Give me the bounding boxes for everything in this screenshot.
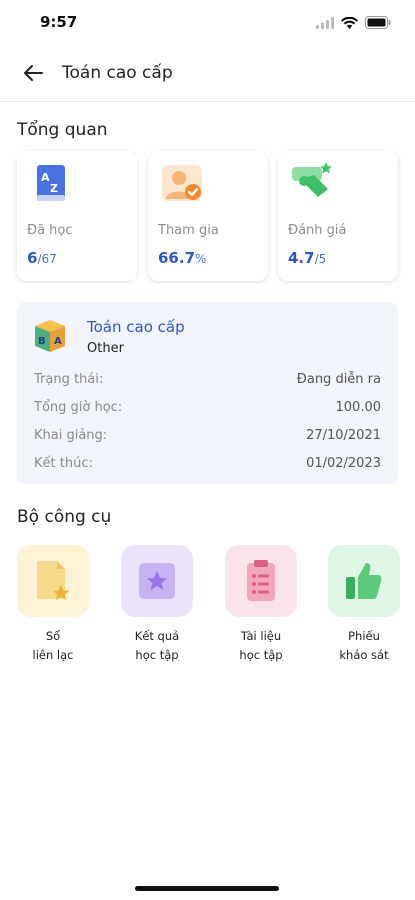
info-label: Tổng giờ học: bbox=[34, 400, 123, 415]
info-row-end-date: Kết thúc: 01/02/2023 bbox=[34, 456, 381, 471]
wifi-icon bbox=[341, 14, 358, 33]
tool-label: Phiếu khảo sát bbox=[339, 629, 389, 662]
info-value: Đang diễn ra bbox=[296, 372, 381, 387]
overview-title: Tổng quan bbox=[17, 120, 108, 140]
tool-learning-results[interactable]: Kết quả học tập bbox=[121, 545, 193, 665]
info-row-total-hours: Tổng giờ học: 100.00 bbox=[34, 400, 381, 415]
abc-blocks-icon: B A bbox=[31, 316, 69, 354]
signal-icon bbox=[316, 14, 334, 33]
stat-card-participation[interactable]: Tham gia 66.7% bbox=[148, 151, 268, 281]
tool-tile bbox=[121, 545, 193, 617]
page-title: Toán cao cấp bbox=[62, 63, 173, 83]
svg-text:B: B bbox=[38, 336, 46, 347]
toolkit-title: Bộ công cụ bbox=[17, 507, 112, 527]
status-bar: 9:57 bbox=[0, 0, 415, 46]
battery-icon bbox=[365, 14, 391, 33]
info-value: 01/02/2023 bbox=[306, 456, 381, 471]
course-info-card[interactable]: B A Toán cao cấp Other Trạng thái: Đang … bbox=[17, 302, 398, 484]
status-icons bbox=[316, 14, 391, 33]
tool-learning-materials[interactable]: Tài liệu học tập bbox=[225, 545, 297, 665]
az-book-icon: A Z bbox=[27, 159, 75, 207]
stat-value: 4.7/5 bbox=[288, 249, 327, 267]
stat-card-rating[interactable]: Đánh giá 4.7/5 bbox=[278, 151, 398, 281]
course-name: Toán cao cấp bbox=[87, 318, 185, 336]
course-category: Other bbox=[87, 341, 124, 356]
arrow-left-icon bbox=[23, 64, 43, 86]
tool-contact-book[interactable]: Sổ liên lạc bbox=[17, 545, 89, 665]
info-value: 27/10/2021 bbox=[306, 428, 381, 443]
svg-text:Z: Z bbox=[50, 182, 58, 195]
info-value: 100.00 bbox=[335, 400, 382, 415]
stat-value: 66.7% bbox=[158, 249, 207, 267]
stat-label: Đánh giá bbox=[288, 223, 347, 238]
info-label: Trạng thái: bbox=[34, 372, 104, 387]
tool-label: Tài liệu học tập bbox=[239, 629, 283, 662]
svg-text:A: A bbox=[54, 336, 62, 347]
info-label: Kết thúc: bbox=[34, 456, 93, 471]
tool-tile bbox=[328, 545, 400, 617]
info-label: Khai giảng: bbox=[34, 428, 108, 443]
svg-text:A: A bbox=[41, 171, 50, 184]
info-row-start-date: Khai giảng: 27/10/2021 bbox=[34, 428, 381, 443]
stat-label: Đã học bbox=[27, 223, 73, 238]
rating-hand-star-icon bbox=[288, 159, 336, 207]
tool-tile bbox=[17, 545, 89, 617]
tool-label: Sổ liên lạc bbox=[32, 629, 74, 662]
app-header: Toán cao cấp bbox=[0, 48, 415, 102]
status-time: 9:57 bbox=[40, 13, 78, 31]
participant-check-icon bbox=[158, 159, 206, 207]
tool-label: Kết quả học tập bbox=[134, 629, 180, 662]
stat-label: Tham gia bbox=[158, 223, 219, 238]
tool-tile bbox=[225, 545, 297, 617]
stat-value: 6/67 bbox=[27, 249, 57, 267]
home-indicator bbox=[135, 886, 279, 891]
info-row-status: Trạng thái: Đang diễn ra bbox=[34, 372, 381, 387]
back-button[interactable] bbox=[20, 62, 46, 88]
tool-survey[interactable]: Phiếu khảo sát bbox=[328, 545, 400, 665]
stat-card-learned[interactable]: A Z Đã học 6/67 bbox=[17, 151, 137, 281]
